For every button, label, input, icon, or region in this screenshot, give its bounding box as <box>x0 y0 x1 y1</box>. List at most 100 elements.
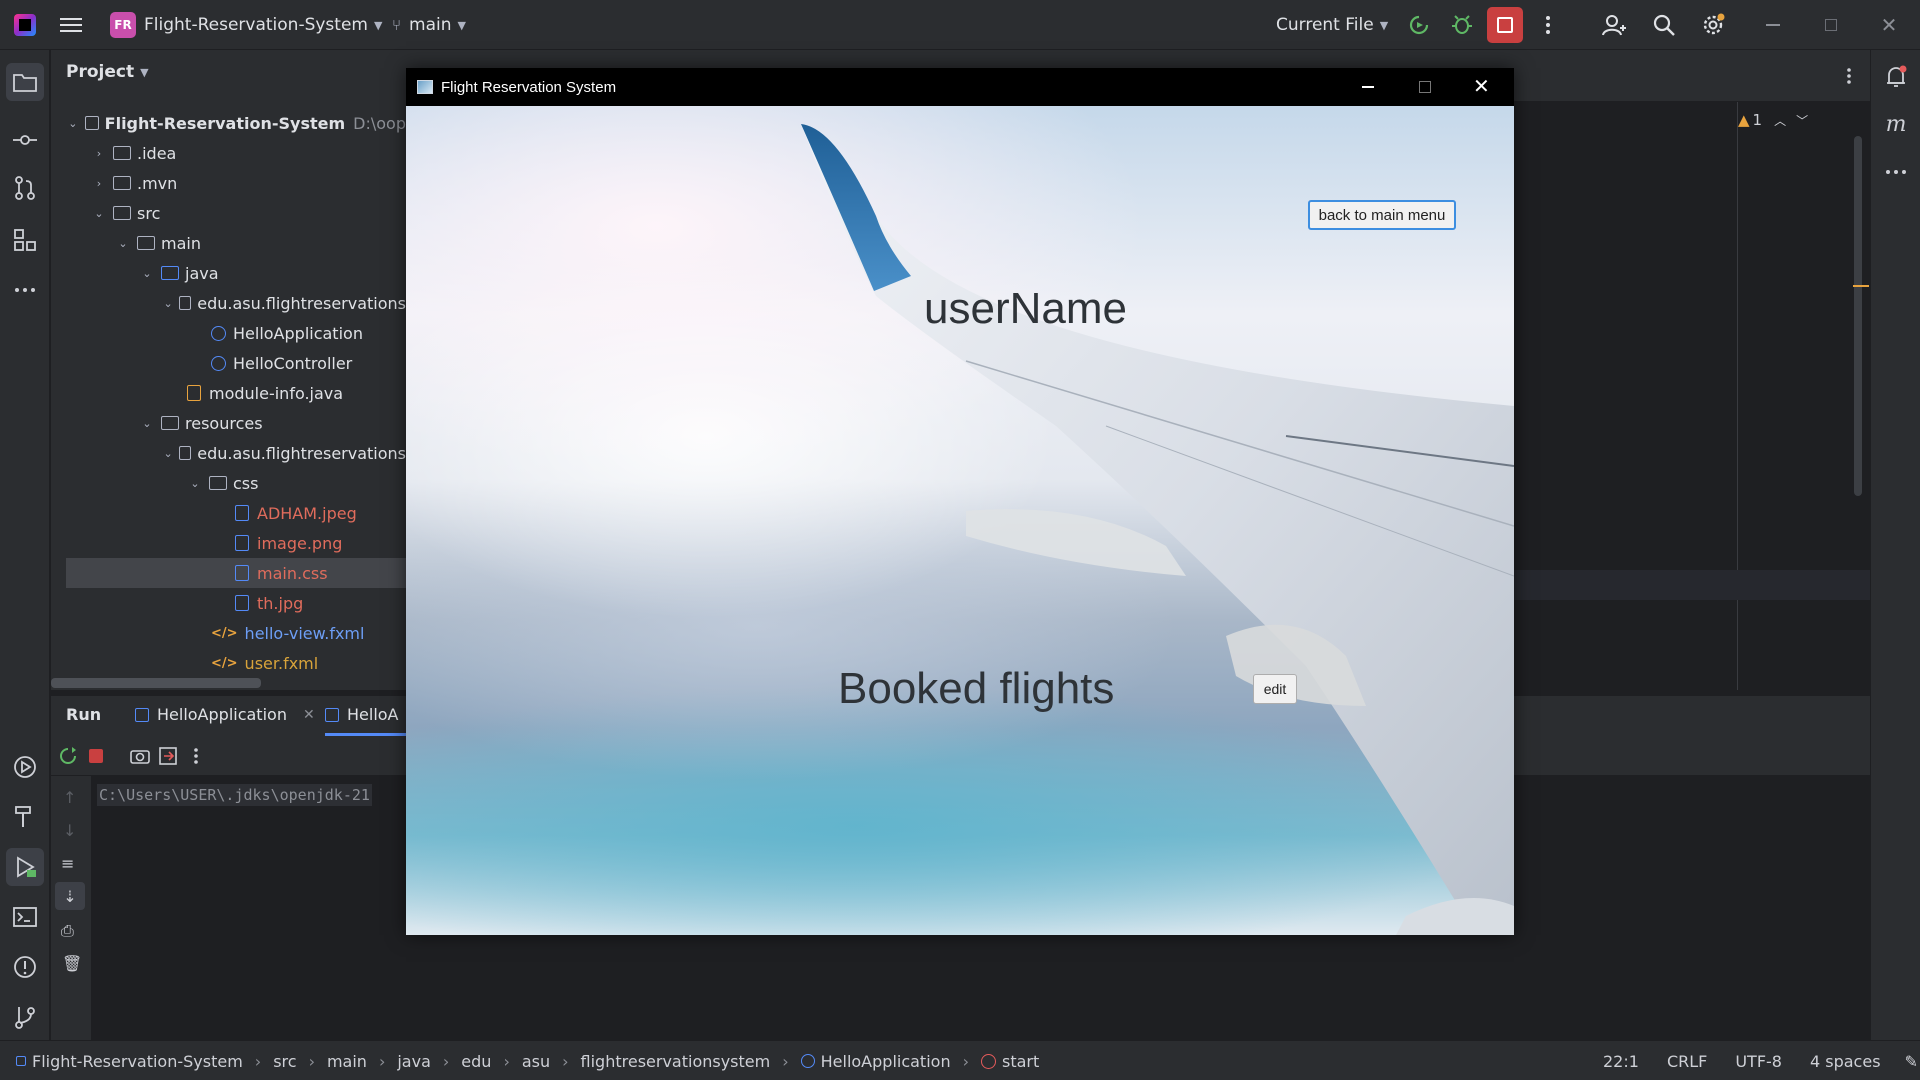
pull-requests-icon[interactable] <box>13 176 37 200</box>
back-to-main-menu-button[interactable]: back to main menu <box>1308 200 1456 230</box>
tree-item[interactable]: ⌄ resources <box>51 408 406 438</box>
maven-icon[interactable]: m <box>1884 112 1908 137</box>
line-separator[interactable]: CRLF <box>1667 1052 1707 1071</box>
breadcrumb-item[interactable]: Flight-Reservation-System <box>32 1052 243 1071</box>
terminal-icon[interactable] <box>13 905 37 929</box>
project-selector[interactable]: FR Flight-Reservation-System ▼ <box>110 0 382 50</box>
structure-icon[interactable] <box>13 228 37 252</box>
build-hammer-icon[interactable] <box>13 805 37 829</box>
vertical-scrollbar[interactable] <box>1854 136 1862 496</box>
tree-item[interactable]: th.jpg <box>51 588 406 618</box>
folder-icon <box>137 236 155 250</box>
file-encoding[interactable]: UTF-8 <box>1735 1052 1782 1071</box>
breadcrumb-item[interactable]: HelloApplication <box>821 1052 951 1071</box>
tree-item[interactable]: </> hello-view.fxml <box>51 618 406 648</box>
chevron-down-icon[interactable]: ﹀ <box>1796 112 1808 129</box>
close-icon[interactable]: ✕ <box>1473 74 1490 99</box>
more-tools-icon[interactable] <box>13 278 37 302</box>
folder-icon <box>113 176 131 190</box>
services-icon[interactable] <box>13 755 37 779</box>
tree-item[interactable]: ⌄ src <box>51 198 406 228</box>
image-file-icon <box>235 535 249 551</box>
resources-folder-icon <box>161 416 179 430</box>
breadcrumb-item[interactable]: start <box>1002 1052 1039 1071</box>
exit-icon[interactable] <box>157 745 179 767</box>
readonly-toggle-icon[interactable]: ✎ <box>1905 1052 1918 1071</box>
close-icon[interactable]: ✕ <box>1876 12 1902 38</box>
folder-icon <box>113 206 131 220</box>
soft-wrap-icon[interactable]: ≡ <box>61 854 74 873</box>
trash-icon[interactable]: 🗑 <box>62 954 82 973</box>
indent-setting[interactable]: 4 spaces <box>1810 1052 1881 1071</box>
problems-icon[interactable] <box>13 955 37 979</box>
tree-item[interactable]: ⌄ edu.asu.flightreservations <box>51 438 406 468</box>
tree-item-selected[interactable]: main.css <box>66 558 406 588</box>
run-tab-active[interactable]: HelloA <box>325 705 399 724</box>
more-actions-icon[interactable] <box>1839 66 1859 86</box>
run-config-selector[interactable]: Current File ▼ <box>1276 0 1388 50</box>
scroll-to-end-icon[interactable]: ⇣ <box>55 882 85 910</box>
minimize-icon[interactable] <box>1760 12 1786 38</box>
breadcrumb: Flight-Reservation-System › src › main ›… <box>16 1041 1039 1080</box>
restore-icon[interactable] <box>1818 12 1844 38</box>
tree-item[interactable]: ADHAM.jpeg <box>51 498 406 528</box>
branch-selector[interactable]: ⑂ main ▼ <box>392 0 466 50</box>
tree-item[interactable]: › .idea <box>51 138 406 168</box>
settings-gear-icon[interactable] <box>1700 12 1726 38</box>
run-tab[interactable]: HelloApplication ✕ <box>135 705 315 724</box>
tree-item[interactable]: image.png <box>51 528 406 558</box>
close-tab-icon[interactable]: ✕ <box>303 707 315 723</box>
chevron-down-icon: ▼ <box>140 65 149 79</box>
edit-button[interactable]: edit <box>1253 674 1297 704</box>
ide-logo-icon[interactable] <box>14 0 36 50</box>
warnings-indicator[interactable]: ▲ 1 ︿ ﹀ <box>1738 108 1808 132</box>
run-tool-icon[interactable] <box>6 848 44 886</box>
tree-item-label: main.css <box>257 563 328 583</box>
git-icon[interactable] <box>13 1005 37 1029</box>
tree-item[interactable]: ⌄ Flight-Reservation-System D:\oop <box>51 108 406 138</box>
debug-icon[interactable] <box>1449 12 1475 38</box>
breadcrumb-item[interactable]: edu <box>461 1052 491 1071</box>
project-panel-header[interactable]: Project ▼ <box>66 62 149 82</box>
minimize-icon[interactable] <box>1362 86 1374 88</box>
more-actions-icon[interactable] <box>1535 12 1561 38</box>
add-user-icon[interactable] <box>1601 12 1627 38</box>
print-icon[interactable]: ⎙ <box>61 921 74 941</box>
rerun-icon[interactable] <box>1406 12 1432 38</box>
tree-item[interactable]: </> user.fxml <box>51 648 406 678</box>
caret-position[interactable]: 22:1 <box>1603 1052 1639 1071</box>
breadcrumb-item[interactable]: main <box>327 1052 367 1071</box>
search-icon[interactable] <box>1651 12 1677 38</box>
screenshot-camera-icon[interactable] <box>129 745 151 767</box>
notifications-bell-icon[interactable] <box>1884 65 1908 89</box>
folder-icon <box>209 476 227 490</box>
tree-item[interactable]: ⌄ main <box>51 228 406 258</box>
tree-item[interactable]: ⌄ edu.asu.flightreservations <box>51 288 406 318</box>
stop-icon[interactable] <box>85 745 107 767</box>
breadcrumb-item[interactable]: src <box>273 1052 296 1071</box>
rerun-icon[interactable] <box>57 745 79 767</box>
chevron-down-icon: ⌄ <box>68 116 78 130</box>
tree-item-label: edu.asu.flightreservations <box>197 443 406 463</box>
tree-item[interactable]: ⌄ css <box>51 468 406 498</box>
breadcrumb-item[interactable]: asu <box>522 1052 550 1071</box>
more-actions-icon[interactable] <box>185 745 207 767</box>
stop-icon[interactable] <box>1487 7 1523 43</box>
main-menu-icon[interactable] <box>60 0 82 50</box>
app-title-bar[interactable]: Flight Reservation System ✕ <box>406 68 1514 106</box>
horizontal-scrollbar[interactable] <box>51 678 261 688</box>
chevron-up-icon[interactable]: ︿ <box>1774 112 1786 129</box>
more-tools-icon[interactable] <box>1884 160 1908 184</box>
project-folder-icon[interactable] <box>6 63 44 101</box>
tree-item[interactable]: HelloController <box>51 348 406 378</box>
tree-item[interactable]: HelloApplication <box>51 318 406 348</box>
arrow-down-icon[interactable]: ↓ <box>63 821 76 840</box>
breadcrumb-item[interactable]: flightreservationsystem <box>581 1052 771 1071</box>
tree-item[interactable]: module-info.java <box>51 378 406 408</box>
tree-item[interactable]: › .mvn <box>51 168 406 198</box>
commit-icon[interactable] <box>13 128 37 152</box>
arrow-up-icon[interactable]: ↑ <box>63 788 76 807</box>
maximize-icon[interactable] <box>1419 81 1431 93</box>
tree-item[interactable]: ⌄ java <box>51 258 406 288</box>
breadcrumb-item[interactable]: java <box>397 1052 431 1071</box>
